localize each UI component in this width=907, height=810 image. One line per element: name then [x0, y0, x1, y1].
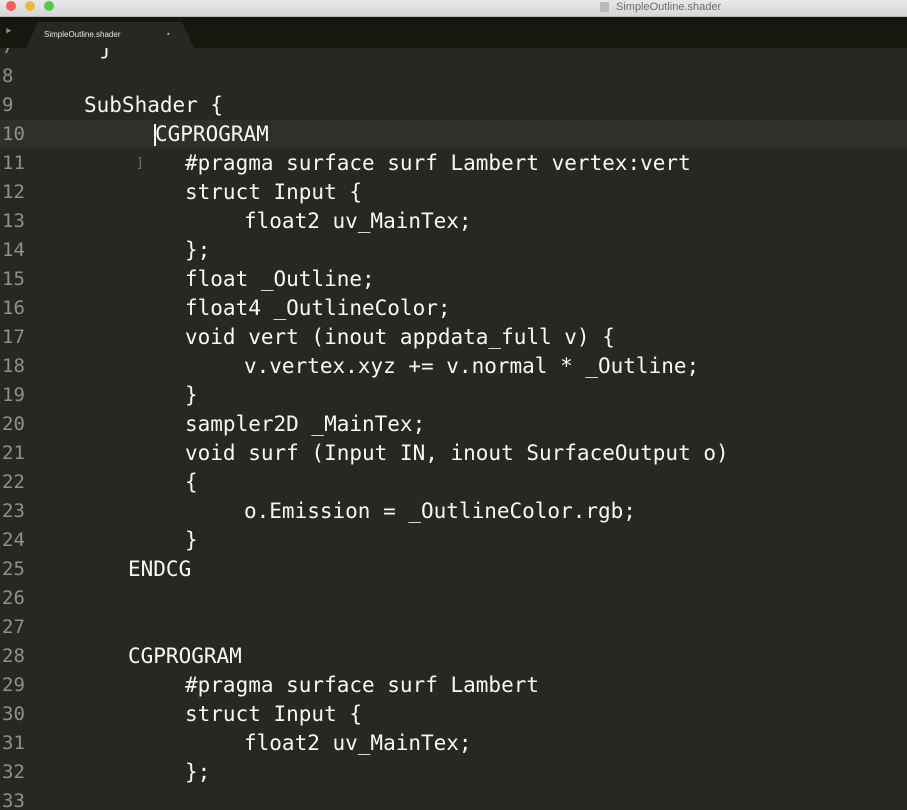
line-number: 21	[2, 442, 25, 464]
line-number: 31	[2, 732, 25, 754]
code-line[interactable]: 17 void vert (inout appdata_full v) {	[0, 323, 907, 352]
code-line[interactable]: 22 {	[0, 468, 907, 497]
code-text[interactable]: struct Input {	[185, 178, 362, 207]
code-line[interactable]: 33	[0, 787, 907, 810]
code-text[interactable]: {	[185, 468, 198, 497]
code-line[interactable]: 8	[0, 62, 907, 91]
code-line[interactable]: 23 o.Emission = _OutlineColor.rgb;	[0, 497, 907, 526]
line-number: 25	[2, 558, 25, 580]
line-number: 22	[2, 471, 25, 493]
code-text[interactable]: o.Emission = _OutlineColor.rgb;	[244, 497, 636, 526]
code-text[interactable]: v.vertex.xyz += v.normal * _Outline;	[244, 352, 699, 381]
code-line[interactable]: 7ʃ	[0, 48, 907, 62]
code-line[interactable]: 9 SubShader {	[0, 91, 907, 120]
code-line[interactable]: 31 float2 uv_MainTex;	[0, 729, 907, 758]
line-number: 10	[2, 123, 25, 145]
code-line[interactable]: 11 #pragma surface surf Lambert vertex:ve…	[0, 149, 907, 178]
code-text[interactable]: SubShader {	[84, 91, 223, 120]
document-icon	[600, 2, 609, 12]
code-text[interactable]: sampler2D _MainTex;	[185, 410, 425, 439]
line-number: 9	[2, 94, 14, 116]
line-number: 7	[0, 48, 30, 62]
code-text[interactable]: CGPROGRAM	[128, 642, 242, 671]
code-line[interactable]: 30 struct Input {	[0, 700, 907, 729]
minimize-window-button[interactable]	[25, 1, 35, 11]
code-line[interactable]: 28 CGPROGRAM	[0, 642, 907, 671]
line-number: 33	[2, 790, 25, 810]
code-text[interactable]: }	[185, 381, 198, 410]
line-number: 18	[2, 355, 25, 377]
line-number: 23	[2, 500, 25, 522]
line-number: 20	[2, 413, 25, 435]
code-text[interactable]: CGPROGRAM	[155, 120, 269, 149]
code-line[interactable]: 21 void surf (Input IN, inout SurfaceOutp…	[0, 439, 907, 468]
code-line[interactable]: 29 #pragma surface surf Lambert	[0, 671, 907, 700]
code-text[interactable]: float4 _OutlineColor;	[185, 294, 451, 323]
code-line[interactable]: 25 ENDCG	[0, 555, 907, 584]
line-number: 8	[2, 65, 14, 87]
tab-scroll-arrow-icon[interactable]: ▶	[2, 21, 16, 41]
line-number: 11	[2, 152, 25, 174]
text-caret	[154, 124, 156, 146]
line-number: 16	[2, 297, 25, 319]
line-number: 12	[2, 181, 25, 203]
code-line[interactable]: 19}	[0, 381, 907, 410]
code-text[interactable]: void vert (inout appdata_full v) {	[185, 323, 615, 352]
code-text[interactable]: }	[185, 526, 198, 555]
code-text[interactable]: };	[185, 758, 210, 787]
tab-label: SimpleOutline.shader	[44, 30, 121, 39]
code-text[interactable]: #pragma surface surf Lambert vertex:vert	[185, 149, 691, 178]
code-line[interactable]: 13 float2 uv_MainTex;	[0, 207, 907, 236]
fold-marker-icon[interactable]: ]	[136, 149, 144, 178]
line-number: 26	[2, 587, 25, 609]
tab-bar: ▶ SimpleOutline.shader •	[0, 17, 907, 48]
line-number: 17	[2, 326, 25, 348]
close-window-button[interactable]	[6, 1, 16, 11]
code-line[interactable]: 15 float _Outline;	[0, 265, 907, 294]
code-text[interactable]: float2 uv_MainTex;	[244, 207, 472, 236]
code-line[interactable]: 16 float4 _OutlineColor;	[0, 294, 907, 323]
code-editor[interactable]: 7ʃ89SubShader {10CGPROGRAM11#pragma surf…	[0, 48, 907, 810]
line-number: 19	[2, 384, 25, 406]
tab-dirty-dot-icon[interactable]: •	[166, 22, 171, 48]
line-number: 15	[2, 268, 25, 290]
line-number: 32	[2, 761, 25, 783]
zoom-window-button[interactable]	[44, 1, 54, 11]
code-text[interactable]: };	[185, 236, 210, 265]
code-text[interactable]: struct Input {	[185, 700, 362, 729]
line-number: 14	[2, 239, 25, 261]
code-text[interactable]: ENDCG	[128, 555, 191, 584]
code-text[interactable]: float2 uv_MainTex;	[244, 729, 472, 758]
line-number: 29	[2, 674, 25, 696]
code-text[interactable]: ʃ	[100, 48, 113, 62]
code-line[interactable]: 24}	[0, 526, 907, 555]
code-line[interactable]: 26	[0, 584, 907, 613]
code-line[interactable]: 32};	[0, 758, 907, 787]
code-line[interactable]: 20 sampler2D _MainTex;	[0, 410, 907, 439]
code-line[interactable]: 18 v.vertex.xyz += v.normal * _Outline;	[0, 352, 907, 381]
line-number: 28	[2, 645, 25, 667]
window-title-bar: SimpleOutline.shader	[0, 0, 907, 17]
code-line[interactable]: 14};	[0, 236, 907, 265]
code-text[interactable]: float _Outline;	[185, 265, 375, 294]
code-line[interactable]: 27	[0, 613, 907, 642]
line-number: 27	[2, 616, 25, 638]
line-number: 30	[2, 703, 25, 725]
code-line[interactable]: 10 CGPROGRAM	[0, 120, 907, 149]
tab-simpleoutline-shader[interactable]: SimpleOutline.shader •	[26, 22, 194, 48]
code-text[interactable]: void surf (Input IN, inout SurfaceOutput…	[185, 439, 729, 468]
code-text[interactable]: #pragma surface surf Lambert	[185, 671, 539, 700]
line-number: 13	[2, 210, 25, 232]
window-title: SimpleOutline.shader	[616, 1, 722, 13]
line-number: 24	[2, 529, 25, 551]
code-line[interactable]: 12 struct Input {	[0, 178, 907, 207]
